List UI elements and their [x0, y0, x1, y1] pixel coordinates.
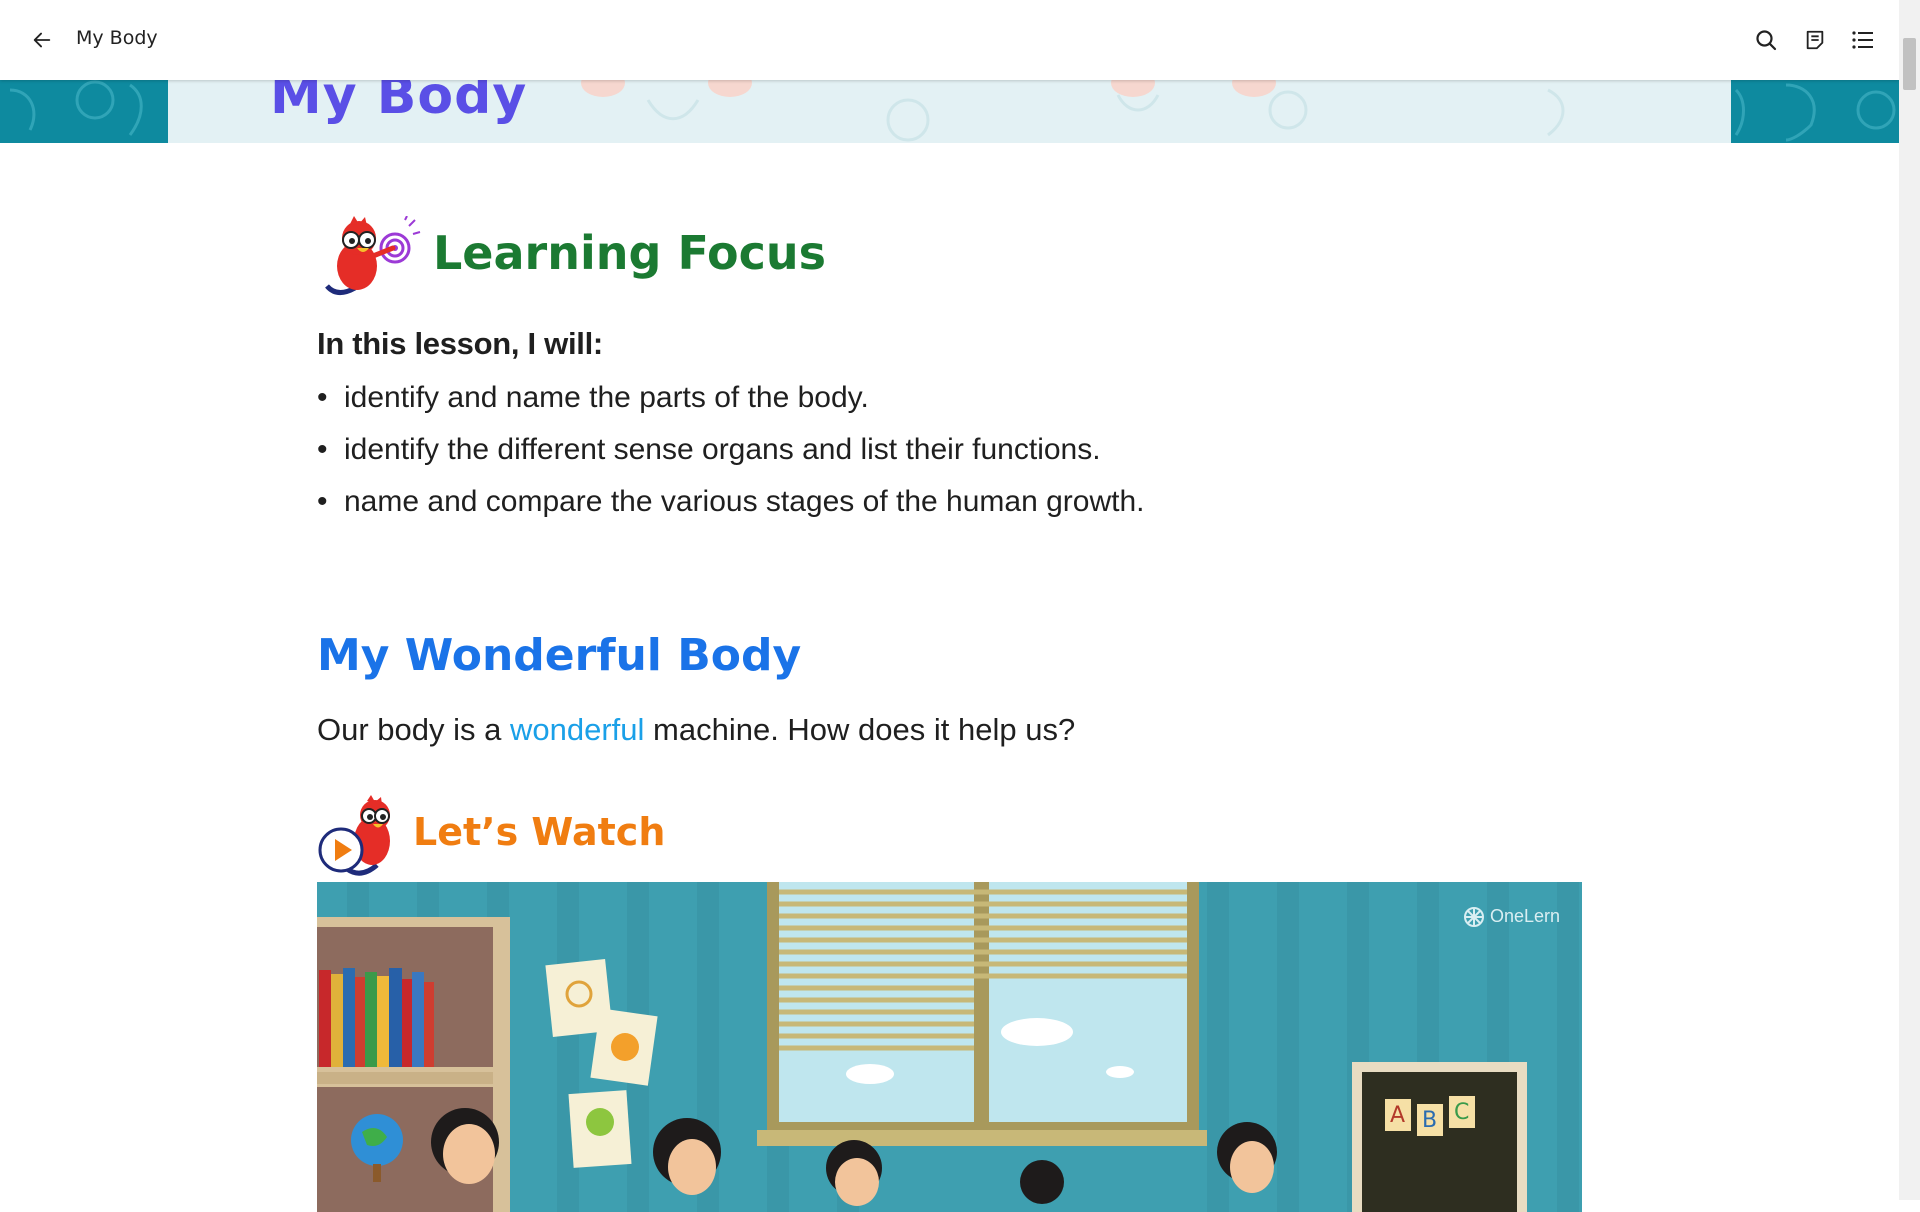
bullet-dot: •	[317, 485, 328, 518]
learning-focus-heading: Learning Focus	[433, 226, 826, 280]
chapter-banner: My Body	[0, 80, 1899, 143]
bullet-text: name and compare the various stages of t…	[344, 485, 1145, 518]
scrollbar-thumb[interactable]	[1903, 38, 1916, 90]
wonderful-body-paragraph: Our body is a wonderful machine. How doe…	[317, 712, 1075, 748]
lets-watch-header: Let’s Watch	[317, 795, 665, 877]
bullet-dot: •	[317, 433, 328, 466]
paragraph-text: Our body is a	[317, 712, 510, 747]
search-button[interactable]	[1748, 22, 1784, 58]
banner-title: My Body	[270, 80, 528, 126]
page-title: My Body	[76, 27, 158, 49]
back-button[interactable]	[22, 22, 62, 58]
wonderful-body-heading: My Wonderful Body	[317, 630, 802, 681]
table-of-contents-button[interactable]	[1845, 22, 1881, 58]
highlight-word[interactable]: wonderful	[510, 712, 644, 747]
learning-focus-header: Learning Focus	[317, 216, 826, 300]
parrot-target-mascot-icon	[325, 216, 421, 295]
paragraph-text: machine. How does it help us?	[644, 712, 1076, 747]
board-letter: A	[1390, 1103, 1406, 1128]
lesson-video-player[interactable]: A B C OneLern	[317, 882, 1582, 1212]
search-icon	[1756, 30, 1777, 51]
lets-watch-heading: Let’s Watch	[413, 810, 666, 854]
notes-button[interactable]	[1797, 22, 1833, 58]
bullet-text: identify the different sense organs and …	[344, 433, 1101, 466]
banner-pattern-right	[1734, 83, 1896, 142]
board-letter: C	[1454, 1100, 1470, 1125]
learning-bullet: • name and compare the various stages of …	[317, 485, 1144, 519]
table-of-contents-icon	[1852, 31, 1873, 49]
learning-bullet: • identify the different sense organs and…	[317, 433, 1101, 467]
video-watermark: OneLern	[1490, 906, 1561, 926]
bullet-dot: •	[317, 381, 328, 414]
parrot-play-mascot-icon	[318, 795, 390, 876]
learning-bullet: • identify and name the parts of the body…	[317, 381, 869, 415]
board-letter: B	[1422, 1108, 1438, 1133]
top-app-bar: My Body	[0, 0, 1899, 80]
vertical-scrollbar[interactable]	[1899, 0, 1920, 1200]
banner-pattern-left	[9, 80, 143, 136]
learning-lead: In this lesson, I will:	[317, 326, 603, 361]
video-frame-classroom-illustration	[317, 882, 1579, 1212]
arrow-left-icon	[33, 32, 51, 48]
banner-inner: My Body	[168, 80, 1731, 143]
notes-icon	[1806, 30, 1824, 50]
bullet-text: identify and name the parts of the body.	[344, 381, 869, 414]
